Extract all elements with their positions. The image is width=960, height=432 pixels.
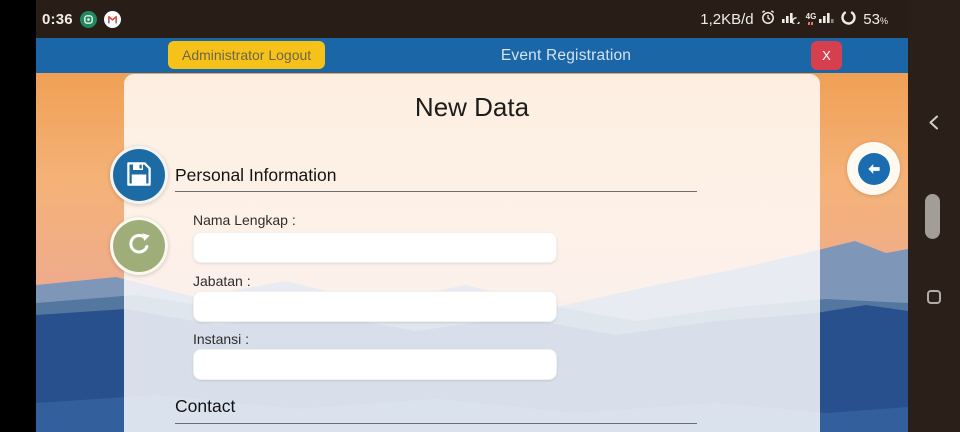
instansi-input[interactable] <box>193 349 557 380</box>
network-type-indicator: 4G <box>805 12 817 25</box>
refresh-icon <box>124 230 154 263</box>
network-label: 4G <box>805 12 817 21</box>
battery-ring-icon <box>840 9 857 30</box>
section-divider <box>175 423 697 424</box>
gmail-icon <box>103 10 121 28</box>
nav-home-pill[interactable] <box>925 194 940 239</box>
instansi-label: Instansi : <box>193 331 250 347</box>
back-button[interactable] <box>847 142 900 195</box>
section-divider <box>175 191 697 192</box>
nav-recents-square-icon[interactable] <box>927 290 941 304</box>
back-arrow-icon <box>857 152 890 185</box>
section-heading-personal-information: Personal Information <box>175 165 337 185</box>
signal-alert-dots <box>808 22 814 25</box>
floppy-disk-icon <box>124 159 154 192</box>
signal-bars-4g-icon <box>819 10 834 28</box>
signal-bars-icon <box>781 10 800 28</box>
battery-percent-text: 53% <box>863 10 888 28</box>
section-heading-contact: Contact <box>175 396 236 416</box>
page-title: New Data <box>414 92 530 122</box>
save-button[interactable] <box>110 146 168 204</box>
clock-text: 0:36 <box>42 10 73 28</box>
data-rate-text: 1,2KB/d <box>700 10 754 28</box>
app-header: Administrator Logout Event Registration … <box>36 38 908 73</box>
alarm-icon <box>760 9 776 29</box>
app-title: Event Registration <box>500 46 632 64</box>
phone-screen: New Data Personal Information Nama Lengk… <box>0 0 960 432</box>
nav-back-chevron-icon[interactable] <box>927 114 940 136</box>
nama-lengkap-input[interactable] <box>193 232 557 263</box>
green-app-icon <box>79 10 97 28</box>
refresh-button[interactable] <box>110 217 168 275</box>
nama-lengkap-label: Nama Lengkap : <box>193 212 296 228</box>
administrator-logout-button[interactable]: Administrator Logout <box>168 41 326 69</box>
close-button[interactable]: X <box>811 41 842 70</box>
android-nav-rail <box>908 0 960 432</box>
jabatan-label: Jabatan : <box>193 273 251 289</box>
status-bar: 0:36 1,2KB/d 4G 53% <box>36 0 908 38</box>
jabatan-input[interactable] <box>193 291 557 322</box>
